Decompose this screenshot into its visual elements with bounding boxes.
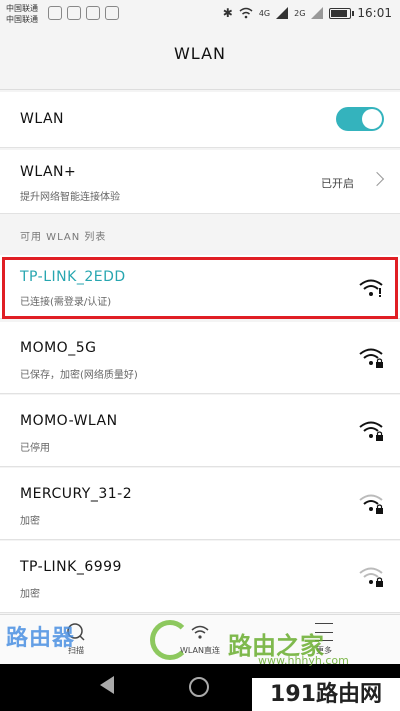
page-title: WLAN bbox=[173, 44, 226, 63]
notification-icons bbox=[48, 6, 119, 20]
watermark-center: 路由之家 www.hhhyh.com bbox=[150, 620, 350, 668]
status-right: ✱ 4G 2G 16:01 bbox=[223, 6, 392, 20]
network-ssid: MOMO_5G bbox=[20, 340, 97, 356]
battery-icon bbox=[329, 7, 355, 19]
wifi-lock-icon bbox=[359, 421, 383, 441]
signal-icon bbox=[311, 7, 324, 19]
network-status: 加密 bbox=[20, 589, 40, 600]
status-bar: 中国联通 中国联通 ✱ 4G 2G 16:01 bbox=[0, 0, 400, 30]
network-item[interactable]: MERCURY_31-2 加密 bbox=[0, 468, 400, 540]
app-notification-icon bbox=[86, 6, 100, 20]
network-ssid: TP-LINK_2EDD bbox=[20, 269, 126, 285]
network-2g-label: 2G bbox=[294, 8, 306, 18]
network-4g-label: 4G bbox=[258, 8, 271, 18]
network-ssid: TP-LINK_6999 bbox=[20, 559, 122, 575]
wifi-lock-icon bbox=[359, 348, 383, 368]
network-item[interactable]: MOMO_5G 已保存，加密(网络质量好) bbox=[0, 322, 400, 394]
switch-knob bbox=[362, 109, 382, 129]
wifi-signal-icon bbox=[359, 279, 383, 297]
network-ssid: MOMO-WLAN bbox=[20, 413, 118, 429]
wifi-lock-icon bbox=[359, 494, 383, 514]
network-status: 已保存，加密(网络质量好) bbox=[20, 370, 138, 381]
wifi-lock-icon bbox=[359, 567, 383, 587]
wechat-icon bbox=[67, 6, 81, 20]
wlan-label: WLAN bbox=[20, 111, 65, 127]
wlan-plus-description: 提升网络智能连接体验 bbox=[20, 192, 120, 203]
wlan-toggle-row[interactable]: WLAN bbox=[0, 92, 400, 148]
carrier-2: 中国联通 bbox=[6, 15, 38, 24]
bluetooth-icon: ✱ bbox=[222, 6, 233, 20]
app-notification-icon bbox=[48, 6, 62, 20]
network-status: 加密 bbox=[20, 516, 40, 527]
carrier-info: 中国联通 中国联通 bbox=[6, 3, 38, 25]
watermark-left: 路由器 bbox=[6, 626, 76, 651]
network-item[interactable]: TP-LINK_6999 加密 bbox=[0, 541, 400, 613]
wlan-plus-row[interactable]: WLAN+ 提升网络智能连接体验 已开启 bbox=[0, 150, 400, 214]
network-ssid: MERCURY_31-2 bbox=[20, 486, 133, 502]
watermark-logo bbox=[150, 620, 190, 660]
watermark-right: 191路由网 bbox=[252, 678, 400, 711]
chevron-right-icon bbox=[369, 171, 385, 187]
battery-level bbox=[331, 9, 348, 17]
clock: 16:01 bbox=[357, 6, 392, 20]
gallery-icon bbox=[105, 6, 119, 20]
watermark-url: www.hhhyh.com bbox=[258, 654, 349, 667]
wlan-plus-state: 已开启 bbox=[321, 177, 354, 190]
network-status: 已连接(需登录/认证) bbox=[20, 297, 112, 308]
available-networks-header: 可用 WLAN 列表 bbox=[20, 232, 107, 243]
network-item[interactable]: MOMO-WLAN 已停用 bbox=[0, 395, 400, 467]
wifi-status-icon bbox=[239, 7, 253, 19]
wlan-switch[interactable] bbox=[336, 107, 384, 131]
network-status: 已停用 bbox=[20, 443, 50, 454]
carrier-1: 中国联通 bbox=[6, 4, 38, 13]
network-item[interactable]: TP-LINK_2EDD 已连接(需登录/认证) bbox=[0, 255, 400, 319]
wlan-plus-label: WLAN+ bbox=[20, 164, 77, 180]
signal-icon bbox=[276, 7, 289, 19]
back-icon[interactable] bbox=[100, 676, 114, 694]
home-icon[interactable] bbox=[189, 677, 209, 697]
scrolled-row-edge bbox=[0, 78, 400, 90]
